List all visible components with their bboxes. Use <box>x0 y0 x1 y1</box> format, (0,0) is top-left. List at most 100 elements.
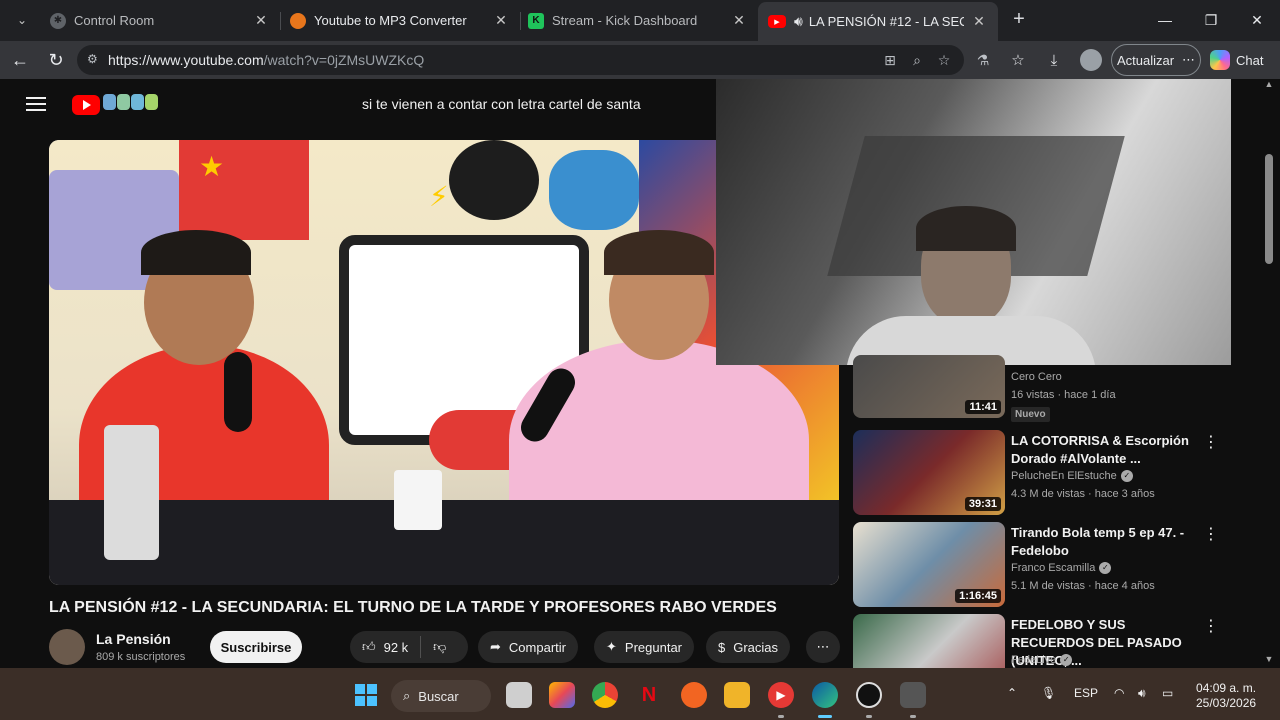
windows-start-icon[interactable] <box>355 684 377 706</box>
channel-name[interactable]: La Pensión <box>96 631 171 647</box>
close-tab-icon[interactable]: ✕ <box>970 13 988 30</box>
fl-studio-icon[interactable] <box>900 682 926 708</box>
youtube-logo[interactable] <box>72 95 100 115</box>
video-title: LA PENSIÓN #12 - LA SECUNDARIA: EL TURNO… <box>49 599 777 616</box>
volume-icon[interactable]: 🔊︎ <box>1138 686 1146 701</box>
thanks-button[interactable]: $ Gracias <box>706 631 791 663</box>
minimize-icon[interactable]: — <box>1142 0 1188 40</box>
share-arrow-icon: ➦ <box>490 639 501 654</box>
like-separator <box>420 636 422 658</box>
extension-icon[interactable]: ⚗ <box>974 51 992 69</box>
obs-studio-icon[interactable] <box>856 682 882 708</box>
subscribe-button[interactable]: Suscribirse <box>210 631 302 663</box>
recommendation-item[interactable]: 39:31 LA COTORRISA & Escorpión Dorado #A… <box>853 430 1233 515</box>
restore-icon[interactable]: ❐ <box>1188 0 1234 40</box>
search-input[interactable]: si te vienen a contar con letra cartel d… <box>348 88 728 122</box>
thanks-label: Gracias <box>733 639 779 655</box>
hamburger-menu-icon[interactable] <box>26 97 46 115</box>
tab-youtube-mp3[interactable]: Youtube to MP3 Converter ✕ <box>280 4 520 37</box>
webcam-overlay <box>716 79 1231 365</box>
recommendation-thumbnail[interactable] <box>853 614 1005 668</box>
recommendation-title[interactable]: Tirando Bola temp 5 ep 47. - Fedelobo <box>1011 524 1201 560</box>
tumbler <box>104 425 159 560</box>
profile-avatar[interactable] <box>1080 49 1102 71</box>
update-button[interactable]: Actualizar ⋯ <box>1111 44 1201 76</box>
recommendation-thumbnail[interactable]: 39:31 <box>853 430 1005 515</box>
language-indicator[interactable]: ESP <box>1074 686 1098 700</box>
taskbar-search[interactable]: ⌕ Buscar <box>391 680 491 712</box>
kebab-menu-icon[interactable]: ⋮ <box>1203 524 1219 544</box>
downloads-icon[interactable]: ⤓ <box>1043 50 1065 72</box>
tray-overflow-icon[interactable]: ⌃ <box>1007 686 1017 700</box>
like-dislike-group: 👍︎ 92 k 👎︎ <box>350 631 468 663</box>
scroll-down-arrow-icon[interactable]: ▼ <box>1263 654 1275 666</box>
speaker-icon[interactable]: 🔊︎ <box>794 13 803 30</box>
recommendation-title[interactable]: LA COTORRISA & Escorpión Dorado #AlVolan… <box>1011 432 1201 468</box>
battery-icon[interactable]: ▭ <box>1162 686 1173 700</box>
person-right-hair <box>604 230 714 275</box>
converter-favicon-icon <box>290 12 306 29</box>
dislike-thumb-icon[interactable]: 👎︎ <box>433 639 446 655</box>
kebab-menu-icon[interactable]: ⋮ <box>1203 432 1219 452</box>
tab-list-chevron-icon[interactable]: ⌄ <box>8 6 36 34</box>
netflix-app-icon[interactable]: N <box>636 682 662 708</box>
scrollbar-thumb[interactable] <box>1265 154 1273 264</box>
kebab-menu-icon[interactable]: ⋮ <box>1203 616 1219 636</box>
close-tab-icon[interactable]: ✕ <box>252 12 270 29</box>
tab-label: LA PENSIÓN #12 - LA SECUNDARIA <box>808 14 964 29</box>
recommendation-channel: Franco Escamilla ✓ <box>1011 562 1112 574</box>
microphone-left <box>224 352 252 432</box>
recommendation-meta: 5.1 M de vistas · hace 4 años <box>1011 580 1155 592</box>
scroll-up-arrow-icon[interactable]: ▲ <box>1263 79 1275 91</box>
tab-label: Control Room <box>74 13 155 28</box>
taskbar-clock[interactable]: 04:09 a. m. 25/03/2026 <box>1196 681 1256 711</box>
close-window-icon[interactable]: ✕ <box>1234 0 1280 40</box>
person-left-hair <box>141 230 251 275</box>
recommendation-thumbnail[interactable]: 1:16:45 <box>853 522 1005 607</box>
back-arrow-icon[interactable]: ← <box>8 49 32 73</box>
share-button[interactable]: ➦ Compartir <box>478 631 578 663</box>
file-explorer-icon[interactable] <box>724 682 750 708</box>
address-bar[interactable]: ⚙ https://www.youtube.com/watch?v=0jZMsU… <box>77 45 989 75</box>
recommendation-item[interactable]: FEDELOBO Y SUS RECUERDOS DEL PASADO (UNI… <box>853 614 1233 668</box>
ask-button[interactable]: ✦ Preguntar <box>594 631 694 663</box>
new-tab-icon[interactable]: + <box>1007 7 1031 31</box>
task-view-icon[interactable] <box>506 682 532 708</box>
url-text[interactable]: https://www.youtube.com/watch?v=0jZMsUWZ… <box>108 52 424 68</box>
obs-app-icon[interactable] <box>681 682 707 708</box>
wifi-icon[interactable]: ◠ <box>1114 686 1124 700</box>
like-count[interactable]: 92 k <box>384 640 409 655</box>
copilot-chat-button[interactable]: Chat <box>1210 46 1263 74</box>
zoom-icon[interactable]: ⌕ <box>908 51 926 69</box>
favorites-icon[interactable]: ☆ <box>1007 50 1029 72</box>
apps-icon[interactable]: ⊞ <box>881 51 899 69</box>
tab-label: Youtube to MP3 Converter <box>314 13 467 28</box>
close-tab-icon[interactable]: ✕ <box>492 12 510 29</box>
reload-icon[interactable]: ↻ <box>44 49 68 73</box>
chat-label: Chat <box>1236 52 1264 68</box>
like-thumb-icon[interactable]: 👍︎ <box>362 639 376 655</box>
recommendation-channel: FedeLive ✓ <box>1011 654 1073 666</box>
edge-app-icon[interactable] <box>812 682 838 708</box>
youtube-doodle[interactable] <box>103 94 158 110</box>
channel-avatar[interactable] <box>49 629 85 665</box>
more-actions-button[interactable]: ⋯ <box>806 631 840 663</box>
site-info-icon[interactable]: ⚙ <box>87 52 103 68</box>
chrome-app-icon[interactable] <box>592 682 618 708</box>
tab-kick-dashboard[interactable]: K Stream - Kick Dashboard ✕ <box>518 4 758 37</box>
favorite-star-icon[interactable]: ☆ <box>935 51 953 69</box>
windows-taskbar: ⌕ Buscar N ▶ ⌃ 🎙︎ ESP ◠ 🔊︎ ▭ 04:09 a. m.… <box>0 668 1280 720</box>
close-tab-icon[interactable]: ✕ <box>730 12 748 29</box>
recommendation-meta: 16 vistas · hace 1 día <box>1011 389 1116 401</box>
youtube-music-icon[interactable]: ▶ <box>768 682 794 708</box>
tab-la-pension[interactable]: ▶ 🔊︎ LA PENSIÓN #12 - LA SECUNDARIA ✕ <box>758 2 998 41</box>
recommendation-thumbnail[interactable]: 11:41 <box>853 355 1005 418</box>
running-indicator <box>910 715 916 718</box>
microphone-icon[interactable]: 🎙︎ <box>1041 686 1056 700</box>
youtube-favicon-icon: ▶ <box>768 15 786 28</box>
copilot-app-icon[interactable] <box>549 682 575 708</box>
verified-check-icon: ✓ <box>1060 654 1073 666</box>
tab-control-room[interactable]: ✱ Control Room ✕ <box>40 4 280 37</box>
recommendation-item[interactable]: 1:16:45 Tirando Bola temp 5 ep 47. - Fed… <box>853 522 1233 607</box>
super-thanks-icon: $ <box>718 639 726 655</box>
